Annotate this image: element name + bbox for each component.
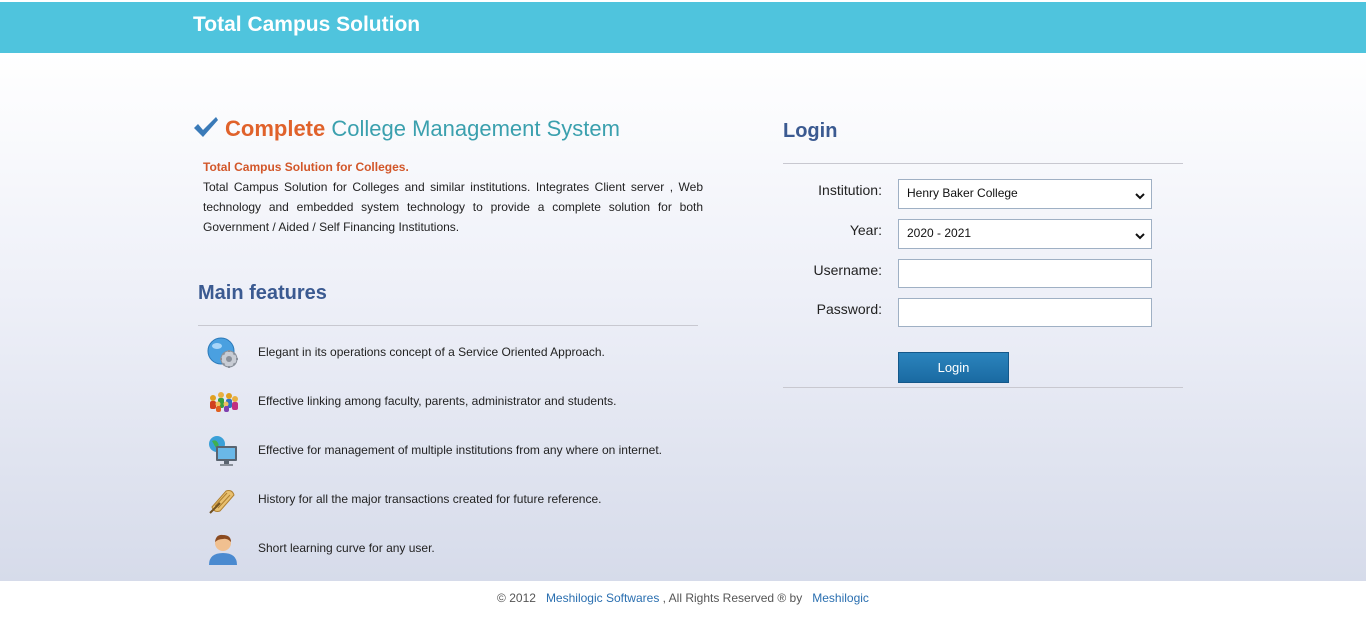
gear-globe-icon (206, 336, 240, 370)
login-divider-top (783, 163, 1183, 164)
headline-strong: Complete (225, 115, 326, 141)
intro-body: Total Campus Solution for Colleges and s… (203, 180, 703, 234)
password-field[interactable] (898, 298, 1152, 327)
feature-text: Effective linking among faculty, parents… (258, 394, 617, 408)
app-title: Total Campus Solution (193, 13, 421, 36)
feature-item: Effective for management of multiple ins… (206, 434, 726, 468)
footer-text: © 2012 Meshilogic Softwares , All Rights… (0, 591, 1366, 605)
checkmark-icon (193, 115, 219, 145)
footer-copyright: © 2012 (497, 591, 540, 605)
features-heading: Main features (198, 282, 327, 304)
headline-rest: College Management System (331, 115, 620, 141)
chevron-down-icon (1134, 189, 1146, 201)
brand-link[interactable]: Meshilogic (812, 591, 869, 605)
password-label: Password: (816, 301, 882, 317)
footer: © 2012 Meshilogic Softwares , All Rights… (0, 581, 1366, 635)
page-headline: Complete College Management System (193, 115, 620, 145)
feature-item: Effective linking among faculty, parents… (206, 385, 726, 419)
globe-monitor-icon (206, 434, 240, 468)
username-label: Username: (813, 262, 882, 278)
people-group-icon (206, 385, 240, 419)
year-label: Year: (849, 222, 882, 238)
intro-title: Total Campus Solution for Colleges. (203, 160, 409, 174)
chevron-down-icon (1134, 229, 1146, 241)
features-divider (198, 325, 698, 326)
company-link[interactable]: Meshilogic Softwares (546, 591, 659, 605)
institution-selected-value: Henry Baker College (907, 186, 1018, 200)
institution-select[interactable]: Henry Baker College (898, 179, 1152, 209)
user-avatar-icon (206, 532, 240, 566)
login-button[interactable]: Login (898, 352, 1009, 383)
top-header-bar: Total Campus Solution (0, 2, 1366, 53)
institution-label: Institution: (818, 182, 882, 198)
intro-block: Total Campus Solution for Colleges. Tota… (203, 157, 703, 237)
feature-text: History for all the major transactions c… (258, 492, 602, 506)
year-select[interactable]: 2020 - 2021 (898, 219, 1152, 249)
username-field[interactable] (898, 259, 1152, 288)
feature-item: History for all the major transactions c… (206, 483, 726, 517)
scroll-quill-icon (206, 483, 240, 517)
footer-rights: , All Rights Reserved ® by (659, 591, 806, 605)
feature-item: Elegant in its operations concept of a S… (206, 336, 726, 370)
main-content: Complete College Management System Total… (0, 53, 1366, 581)
feature-text: Elegant in its operations concept of a S… (258, 345, 605, 359)
feature-item: Short learning curve for any user. (206, 532, 726, 566)
feature-text: Effective for management of multiple ins… (258, 443, 662, 457)
year-selected-value: 2020 - 2021 (907, 226, 972, 240)
login-heading: Login (783, 120, 838, 142)
feature-text: Short learning curve for any user. (258, 541, 435, 555)
login-divider-bottom (783, 387, 1183, 388)
